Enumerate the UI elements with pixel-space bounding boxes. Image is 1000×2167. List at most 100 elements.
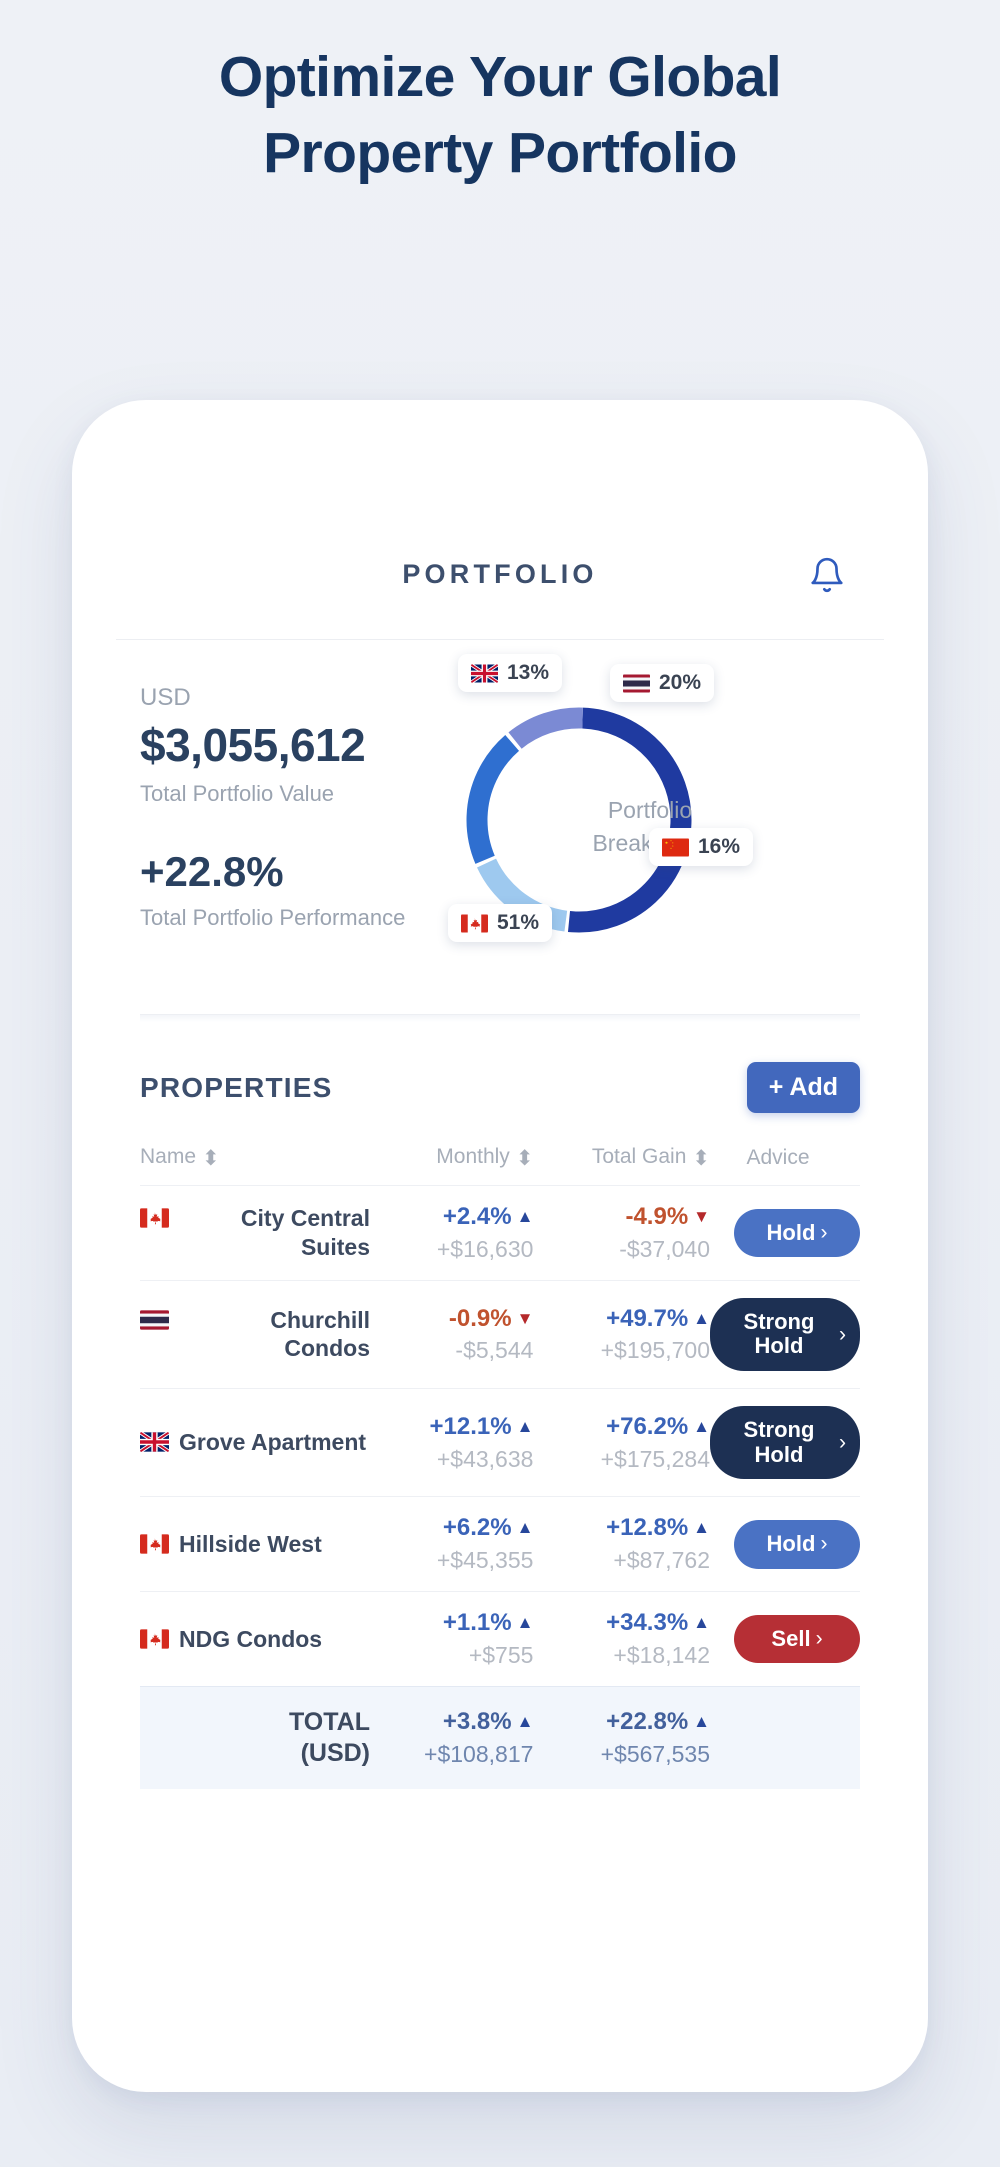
phone-mockup: PORTFOLIO USD $3,055,612 Total Portfolio… (72, 400, 928, 2092)
sort-icon-total-gain[interactable]: ⬍ (692, 1146, 710, 1171)
property-name-cell: City Central Suites (140, 1185, 370, 1281)
total-gain-amount: +$195,700 (600, 1337, 710, 1364)
column-header-total-gain-label: Total Gain (591, 1145, 687, 1168)
monthly-percent: +2.4% ▲ (442, 1203, 534, 1230)
properties-title: PROPERTIES (140, 1071, 333, 1103)
total-label-line-1: TOTAL (288, 1707, 370, 1736)
table-row[interactable]: City Central Suites +2.4% ▲ +$16,630 -4.9% ▼ -… (140, 1185, 860, 1281)
property-name: Hillside West (179, 1530, 322, 1557)
app-screen: PORTFOLIO USD $3,055,612 Total Portfolio… (116, 400, 884, 2092)
chevron-right-icon: › (839, 1430, 846, 1454)
monthly-cell: +1.1% ▲ +$755 (370, 1591, 534, 1687)
monthly-percent: +12.1% ▲ (429, 1412, 534, 1440)
flag-th-icon (623, 674, 650, 692)
currency-label: USD (140, 684, 191, 711)
properties-table-body: City Central Suites +2.4% ▲ +$16,630 -4.9% ▼ -… (140, 1185, 860, 1789)
properties-table: Name ⬍ Monthly ⬍ Total Gain ⬍ Advice City (140, 1135, 860, 1789)
total-gain-cell: +49.7% ▲ +$195,700 (533, 1279, 710, 1389)
total-portfolio-performance: +22.8% (140, 847, 284, 895)
sort-icon-monthly[interactable]: ⬍ (516, 1146, 534, 1171)
table-row[interactable]: Hillside West +6.2% ▲ +$45,355 +12.8% ▲ +$87,7… (140, 1496, 860, 1592)
total-gain-cell: -4.9% ▼ -$37,040 (533, 1185, 710, 1281)
column-header-advice: Advice (710, 1135, 860, 1186)
total-gain-cell: +34.3% ▲ +$18,142 (533, 1591, 710, 1687)
table-header-row: Name ⬍ Monthly ⬍ Total Gain ⬍ Advice (140, 1135, 860, 1186)
page-root: Optimize Your Global Property Portfolio … (0, 0, 1000, 2167)
total-gain-amount: +$87,762 (613, 1547, 710, 1574)
advice-button-strong[interactable]: Strong Hold › (710, 1406, 860, 1480)
advice-button-hold[interactable]: Hold › (734, 1519, 860, 1569)
table-row[interactable]: Grove Apartment +12.1% ▲ +$43,638 +76.2% ▲ +$1… (140, 1388, 860, 1497)
chart-chip-china[interactable]: 16% (649, 828, 754, 866)
column-header-monthly-label: Monthly (436, 1145, 510, 1168)
properties-table-head: Name ⬍ Monthly ⬍ Total Gain ⬍ Advice (140, 1135, 860, 1186)
advice-button-sell[interactable]: Sell › (734, 1614, 860, 1664)
chart-chip-thailand[interactable]: 20% (610, 664, 715, 702)
advice-cell: Sell › (710, 1591, 860, 1687)
property-name: Grove Apartment (179, 1429, 367, 1456)
flag-th-icon (140, 1310, 169, 1330)
column-header-total-gain[interactable]: Total Gain ⬍ (533, 1135, 710, 1186)
headline-line-2: Property Portfolio (263, 120, 737, 185)
flag-gb-icon (471, 663, 498, 683)
total-gain-cell: +76.2% ▲ +$175,284 (533, 1388, 710, 1497)
property-name-cell: Hillside West (140, 1496, 370, 1592)
chevron-right-icon: › (815, 1627, 823, 1651)
chart-chip-thailand-value: 20% (659, 671, 702, 694)
advice-cell: Hold › (710, 1185, 860, 1281)
trend-up-icon: ▲ (516, 1416, 534, 1436)
advice-label: Sell (771, 1625, 811, 1651)
total-gain-amount: +$175,284 (600, 1445, 710, 1472)
bell-icon[interactable] (804, 552, 850, 598)
property-name: Churchill Condos (270, 1306, 370, 1362)
total-gain-cell: +12.8% ▲ +$87,762 (533, 1496, 710, 1592)
column-header-advice-label: Advice (746, 1146, 810, 1169)
portfolio-summary: USD $3,055,612 Total Portfolio Value +22… (116, 640, 884, 996)
chart-chip-uk[interactable]: 13% (458, 654, 563, 692)
total-gain-percent: +34.3% ▲ (606, 1609, 710, 1637)
total-portfolio-performance-label: Total Portfolio Performance (140, 904, 406, 930)
properties-header: PROPERTIES + Add (116, 1022, 884, 1113)
page-title: Optimize Your Global Property Portfolio (70, 40, 930, 192)
total-gain-percent: +49.7% ▲ (606, 1304, 710, 1332)
monthly-amount: +$755 (468, 1641, 534, 1668)
column-header-name-label: Name (140, 1145, 197, 1168)
trend-down-icon: ▼ (693, 1207, 710, 1226)
column-header-name[interactable]: Name ⬍ (140, 1135, 370, 1186)
chevron-right-icon: › (839, 1322, 846, 1346)
trend-up-icon: ▲ (516, 1207, 534, 1226)
column-header-monthly[interactable]: Monthly ⬍ (370, 1135, 533, 1186)
flag-ca-icon (140, 1534, 169, 1554)
trend-up-icon: ▲ (516, 1711, 534, 1731)
section-divider (140, 1014, 860, 1022)
flag-ca-icon (461, 914, 488, 932)
app-title: PORTFOLIO (402, 559, 598, 589)
advice-label: Hold (766, 1219, 816, 1245)
advice-cell: Strong Hold › (710, 1279, 860, 1389)
sort-icon-name[interactable]: ⬍ (202, 1146, 220, 1171)
monthly-cell: +12.1% ▲ +$43,638 (370, 1388, 534, 1497)
monthly-amount: +$45,355 (436, 1547, 534, 1574)
total-portfolio-value-label: Total Portfolio Value (140, 780, 335, 806)
total-label-line-2: (USD) (300, 1738, 370, 1767)
monthly-cell: +2.4% ▲ +$16,630 (370, 1185, 534, 1281)
total-gain-percent: -4.9% ▼ (625, 1203, 710, 1230)
add-property-button[interactable]: + Add (746, 1062, 860, 1113)
property-name-cell: Churchill Condos (140, 1279, 370, 1389)
table-row[interactable]: Churchill Condos -0.9% ▼ -$5,544 +49.7% ▲ +$19… (140, 1279, 860, 1389)
flag-gb-icon (140, 1432, 169, 1453)
table-row[interactable]: NDG Condos +1.1% ▲ +$755 +34.3% ▲ +$18,142 Sell… (140, 1591, 860, 1687)
total-total-gain-percent: +22.8% ▲ (606, 1707, 710, 1735)
monthly-amount: +$43,638 (436, 1445, 534, 1472)
monthly-percent: +6.2% ▲ (442, 1514, 534, 1542)
advice-cell: Strong Hold › (710, 1388, 860, 1497)
total-gain-amount: +$18,142 (613, 1641, 710, 1668)
advice-button-strong[interactable]: Strong Hold › (710, 1297, 860, 1372)
total-portfolio-value: $3,055,612 (140, 719, 366, 771)
advice-button-hold[interactable]: Hold › (734, 1208, 860, 1258)
portfolio-breakdown-chart: Portfolio Breakdown 13% (440, 654, 860, 976)
chart-chip-canada[interactable]: 51% (448, 904, 553, 942)
total-label-cell: TOTAL (USD) (140, 1685, 370, 1789)
chevron-right-icon: › (820, 1221, 828, 1245)
advice-label: Hold (766, 1530, 816, 1556)
